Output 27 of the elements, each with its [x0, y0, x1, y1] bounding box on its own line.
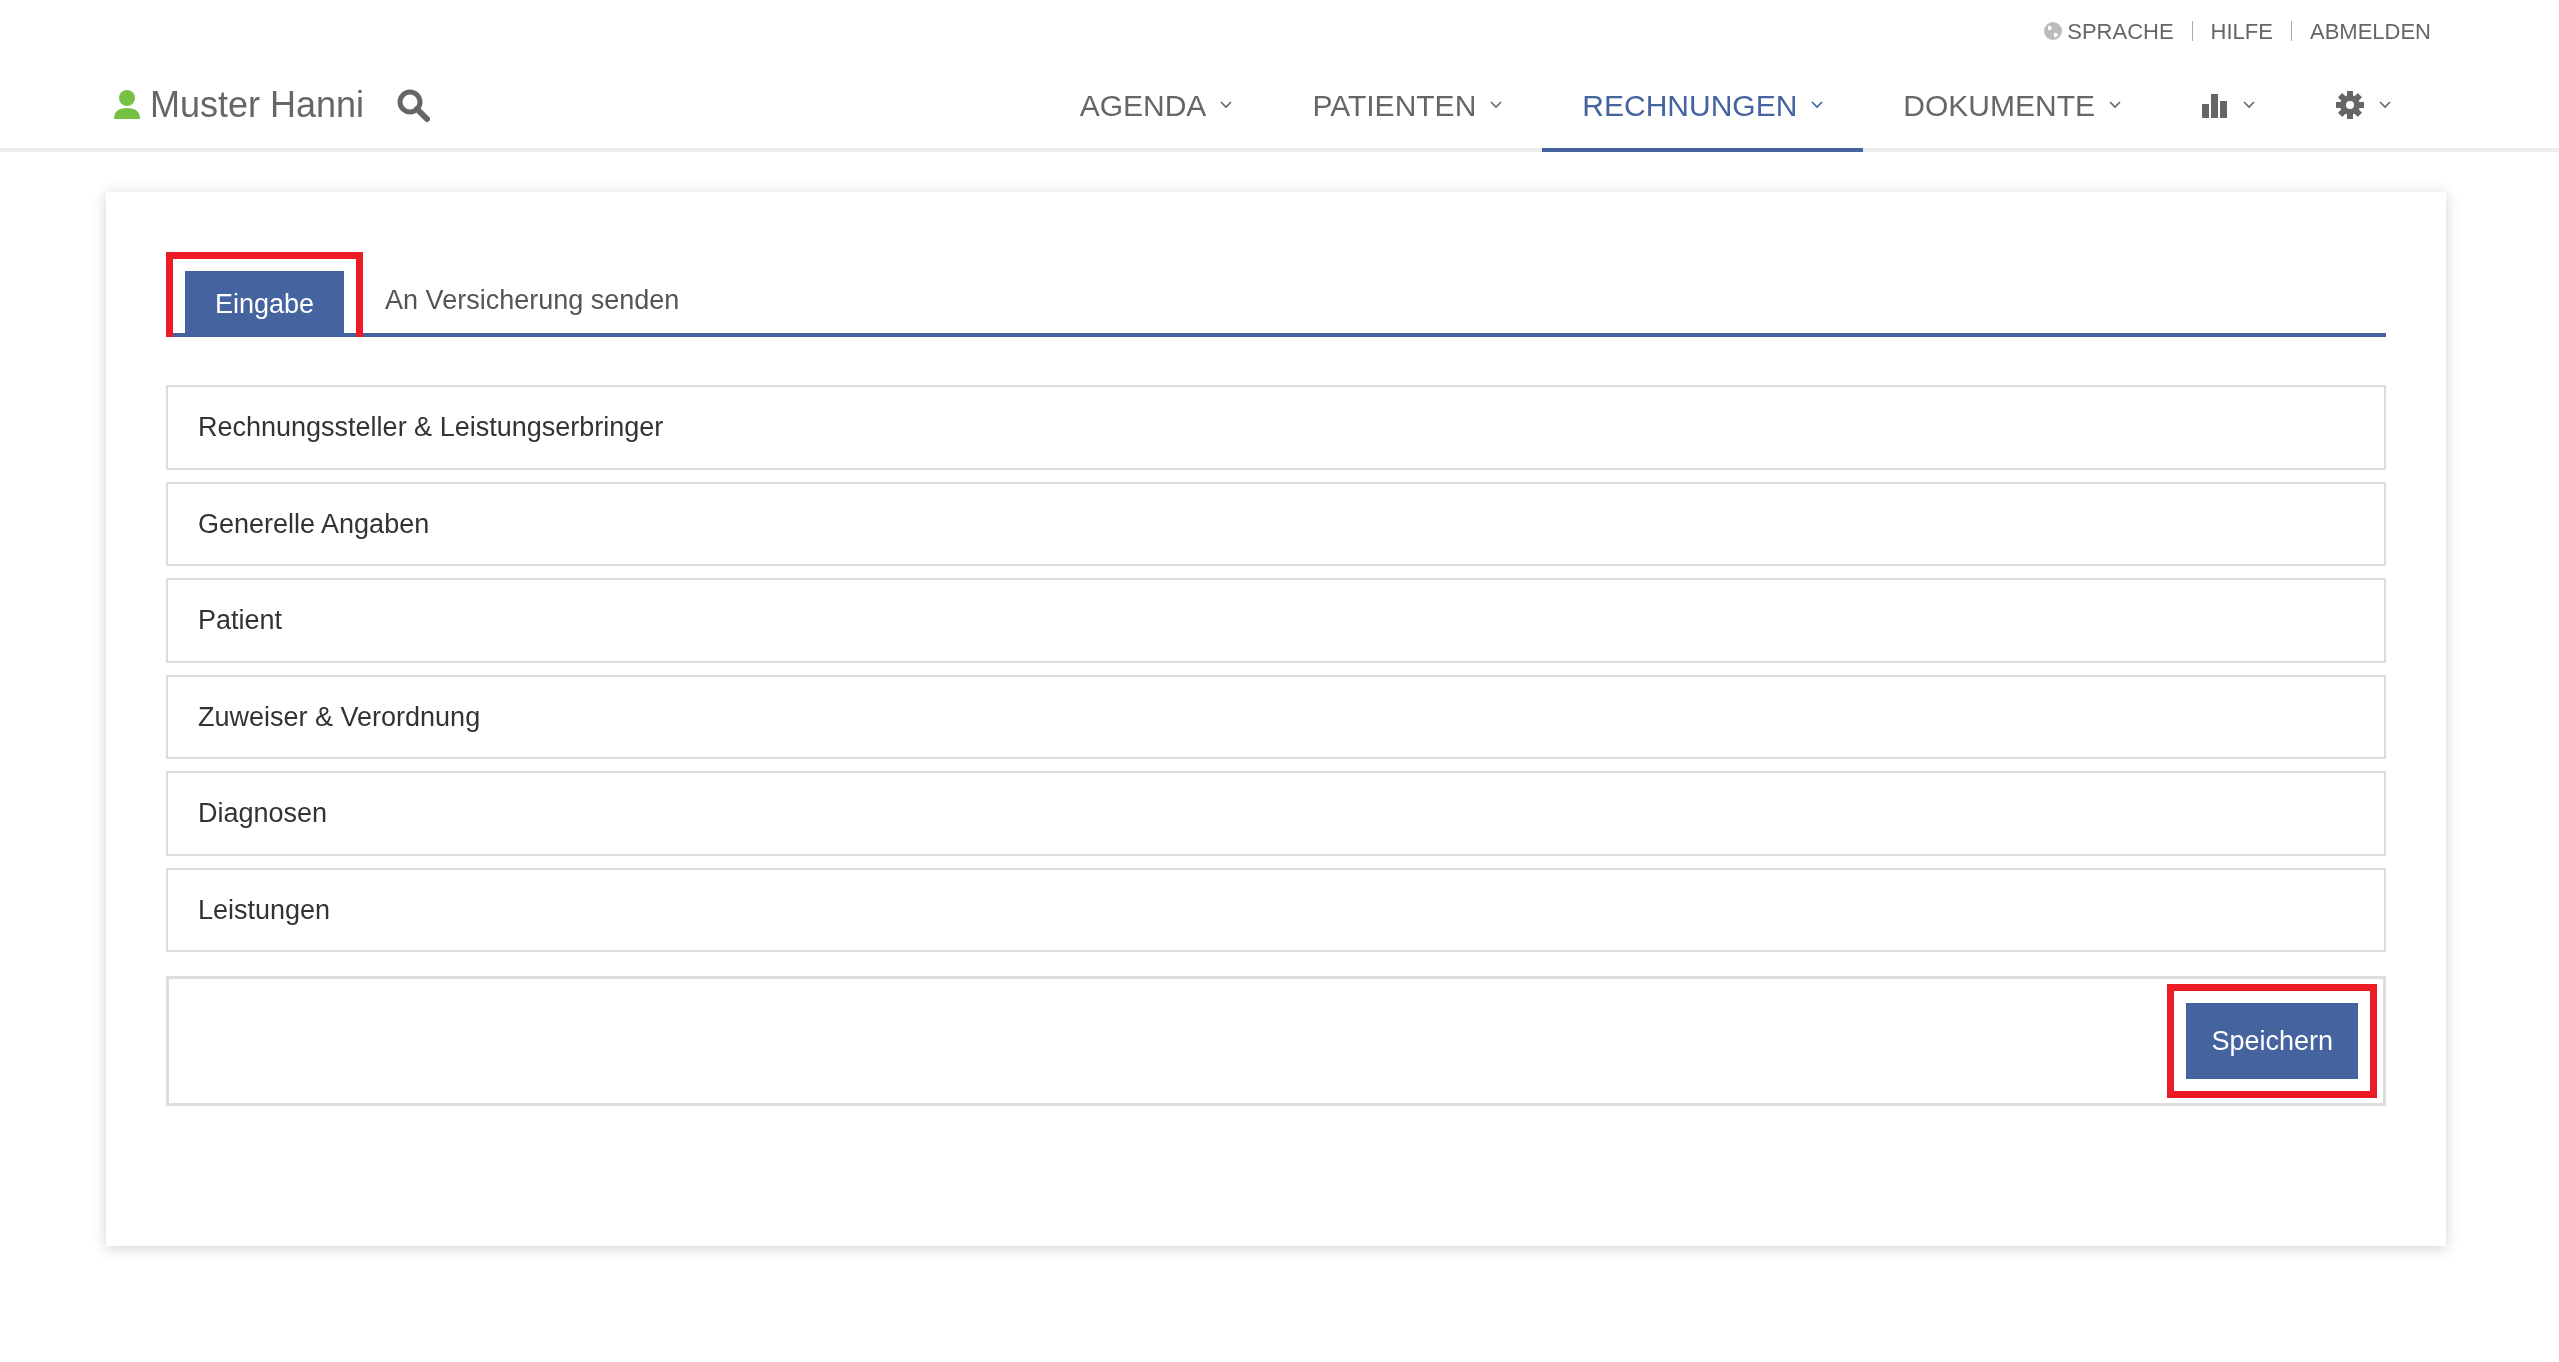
top-link[interactable]: SPRACHE — [2043, 14, 2174, 48]
section-header[interactable]: Leistungen — [166, 867, 2386, 952]
nav-menu-item[interactable]: DOKUMENTE — [1863, 62, 2161, 152]
chevron-down-icon — [2379, 101, 2391, 109]
chevron-down-icon — [2243, 101, 2255, 109]
chevron-down-icon — [2109, 101, 2121, 109]
globe-icon — [2043, 21, 2064, 41]
top-link[interactable]: ABMELDEN — [2309, 14, 2431, 48]
user-icon — [112, 89, 142, 121]
chevron-down-icon — [1220, 101, 1233, 109]
top-link[interactable]: HILFE — [2210, 14, 2273, 48]
section-header[interactable]: Rechnungssteller & Leistungserbringer — [166, 385, 2386, 470]
section-header[interactable]: Patient — [166, 578, 2386, 663]
tab[interactable]: An Versicherung senden — [367, 267, 698, 333]
settings-icon — [2335, 90, 2365, 120]
nav-menu-item[interactable]: PATIENTEN — [1272, 62, 1543, 152]
user-name[interactable]: Muster Hanni — [150, 78, 365, 132]
section-header[interactable]: Diagnosen — [166, 771, 2386, 856]
search-icon[interactable] — [396, 88, 431, 122]
chevron-down-icon — [1811, 101, 1824, 109]
nav-menu-item[interactable]: AGENDA — [1039, 62, 1273, 152]
nav-menu-item[interactable]: RECHNUNGEN — [1542, 62, 1864, 152]
chevron-down-icon — [1490, 101, 1503, 109]
bar-chart-icon — [2201, 92, 2229, 118]
section-header[interactable]: Generelle Angaben — [166, 481, 2386, 566]
section-header[interactable]: Zuweiser & Verordnung — [166, 674, 2386, 759]
save-button[interactable]: Speichern — [2186, 1002, 2358, 1080]
